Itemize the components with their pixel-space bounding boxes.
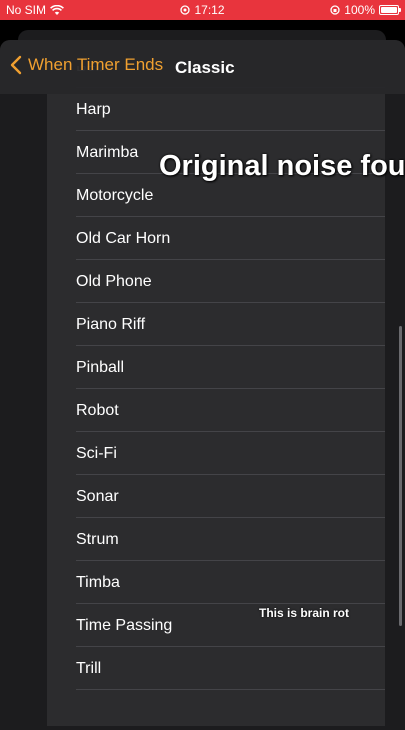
- list-item-label: Sci-Fi: [76, 444, 117, 462]
- battery-icon: [379, 5, 401, 15]
- list-item[interactable]: Sonar: [47, 475, 385, 518]
- video-caption-small: This is brain rot: [259, 606, 350, 620]
- list-item-label: Pinball: [76, 358, 125, 376]
- status-time: 17:12: [194, 3, 225, 17]
- battery-fill: [381, 7, 397, 13]
- list-item[interactable]: Robot: [47, 389, 385, 432]
- list-item-label: Motorcycle: [76, 186, 154, 204]
- page-title: Classic: [175, 58, 235, 77]
- list-item-label: Timba: [76, 573, 120, 591]
- list-item[interactable]: Old Car Horn: [47, 217, 385, 260]
- scrollbar[interactable]: [399, 326, 402, 626]
- list-item[interactable]: Old Phone: [47, 260, 385, 303]
- list-item[interactable]: Trill: [47, 647, 385, 690]
- list-item[interactable]: Timba: [47, 561, 385, 604]
- list-item-label: Marimba: [76, 143, 139, 161]
- back-button-label: When Timer Ends: [28, 55, 164, 74]
- chevron-left-icon: [10, 55, 22, 75]
- list-item[interactable]: Sci-Fi: [47, 432, 385, 475]
- list-item-label: Piano Riff: [76, 315, 146, 333]
- status-right: 100%: [330, 3, 401, 17]
- status-bar: No SIM 17:12 100%: [0, 0, 405, 20]
- back-button[interactable]: When Timer Ends: [10, 55, 163, 75]
- list-item-label: Old Phone: [76, 272, 152, 290]
- video-caption-large: Original noise fou: [159, 150, 405, 182]
- battery-percent: 100%: [344, 3, 375, 17]
- list-item-label: Old Car Horn: [76, 229, 171, 247]
- list-item-label: Sonar: [76, 487, 119, 505]
- navigation-bar: When Timer Ends Classic: [0, 40, 405, 94]
- list-item-label: Robot: [76, 401, 119, 419]
- list-item-label: Harp: [76, 100, 111, 118]
- list-item[interactable]: Pinball: [47, 346, 385, 389]
- rotation-lock-icon: [330, 5, 340, 15]
- list-item-label: Strum: [76, 530, 119, 548]
- list-item-label: Trill: [76, 659, 102, 677]
- list-item[interactable]: Strum: [47, 518, 385, 561]
- row-separator: [76, 689, 385, 690]
- timer-icon: [180, 5, 191, 15]
- list-item-label: Time Passing: [76, 616, 173, 634]
- list-item[interactable]: Piano Riff: [47, 303, 385, 346]
- list-item[interactable]: Harp: [47, 88, 385, 131]
